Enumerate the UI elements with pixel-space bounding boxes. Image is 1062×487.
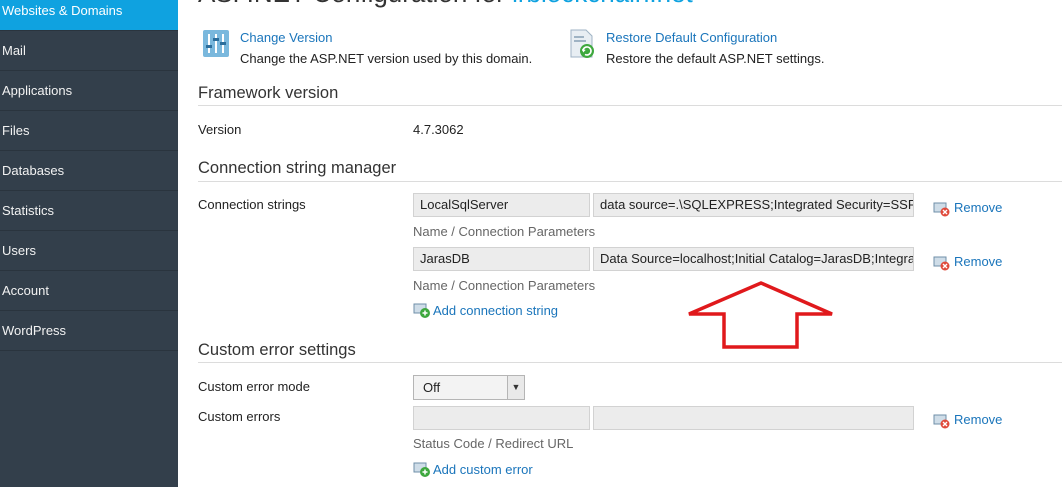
- section-divider: [198, 362, 1062, 363]
- change-version-link[interactable]: Change Version: [240, 30, 333, 45]
- sidebar-item-account[interactable]: Account: [0, 271, 178, 311]
- redirect-url-field[interactable]: [593, 406, 914, 430]
- add-custom-error-label: Add custom error: [433, 462, 533, 477]
- connection-name-field[interactable]: JarasDB: [413, 247, 590, 271]
- sidebar-item-users[interactable]: Users: [0, 231, 178, 271]
- add-icon: [413, 462, 430, 477]
- version-value: 4.7.3062: [413, 122, 464, 137]
- custom-error-mode-label: Custom error mode: [198, 379, 310, 394]
- remove-icon: [933, 202, 950, 217]
- version-label: Version: [198, 122, 242, 137]
- restore-default-description: Restore the default ASP.NET settings.: [606, 51, 825, 66]
- connection-parameters-field[interactable]: data source=.\SQLEXPRESS;Integrated Secu…: [593, 193, 914, 217]
- status-code-field[interactable]: [413, 406, 590, 430]
- connection-name-field[interactable]: LocalSqlServer: [413, 193, 590, 217]
- chevron-down-icon: ▼: [507, 376, 524, 399]
- change-version-description: Change the ASP.NET version used by this …: [240, 51, 533, 66]
- sidebar-item-wordpress[interactable]: WordPress: [0, 311, 178, 351]
- sidebar-item-mail[interactable]: Mail: [0, 31, 178, 71]
- remove-icon: [933, 414, 950, 429]
- annotation-arrow-icon: [688, 281, 833, 349]
- connection-parameters-field[interactable]: Data Source=localhost;Initial Catalog=Ja…: [593, 247, 914, 271]
- main-content: ASP.NET Configuration for irblockchain.n…: [178, 0, 1062, 487]
- sidebar-nav: Websites & Domains Mail Applications Fil…: [0, 0, 178, 487]
- connection-hint: Name / Connection Parameters: [413, 224, 596, 239]
- remove-label: Remove: [954, 200, 1003, 215]
- sidebar-item-websites-domains[interactable]: Websites & Domains: [0, 0, 178, 31]
- add-icon: [413, 303, 430, 318]
- document-refresh-icon: [570, 29, 594, 58]
- page-title-prefix: ASP.NET Configuration for: [198, 0, 512, 8]
- add-connection-label: Add connection string: [433, 303, 559, 318]
- section-divider: [198, 105, 1062, 106]
- sidebar-item-files[interactable]: Files: [0, 111, 178, 151]
- custom-errors-label: Custom errors: [198, 409, 281, 424]
- remove-label: Remove: [954, 412, 1003, 427]
- sidebar-item-databases[interactable]: Databases: [0, 151, 178, 191]
- framework-section-title: Framework version: [198, 84, 339, 102]
- remove-label: Remove: [954, 254, 1003, 269]
- custom-error-mode-value: Off: [423, 380, 441, 395]
- remove-icon: [933, 256, 950, 271]
- custom-error-hint: Status Code / Redirect URL: [413, 436, 574, 451]
- custom-error-mode-select[interactable]: Off ▼: [413, 375, 525, 400]
- sidebar-item-applications[interactable]: Applications: [0, 71, 178, 111]
- sidebar-item-statistics[interactable]: Statistics: [0, 191, 178, 231]
- custom-error-section-title: Custom error settings: [198, 341, 356, 359]
- connection-strings-label: Connection strings: [198, 197, 306, 212]
- page-title: ASP.NET Configuration for irblockchain.n…: [198, 0, 693, 9]
- section-divider: [198, 181, 1062, 182]
- restore-default-link[interactable]: Restore Default Configuration: [606, 30, 777, 45]
- connection-hint: Name / Connection Parameters: [413, 278, 596, 293]
- connection-section-title: Connection string manager: [198, 159, 397, 177]
- page-title-domain[interactable]: irblockchain.net: [512, 0, 693, 8]
- sliders-icon: [203, 30, 229, 57]
